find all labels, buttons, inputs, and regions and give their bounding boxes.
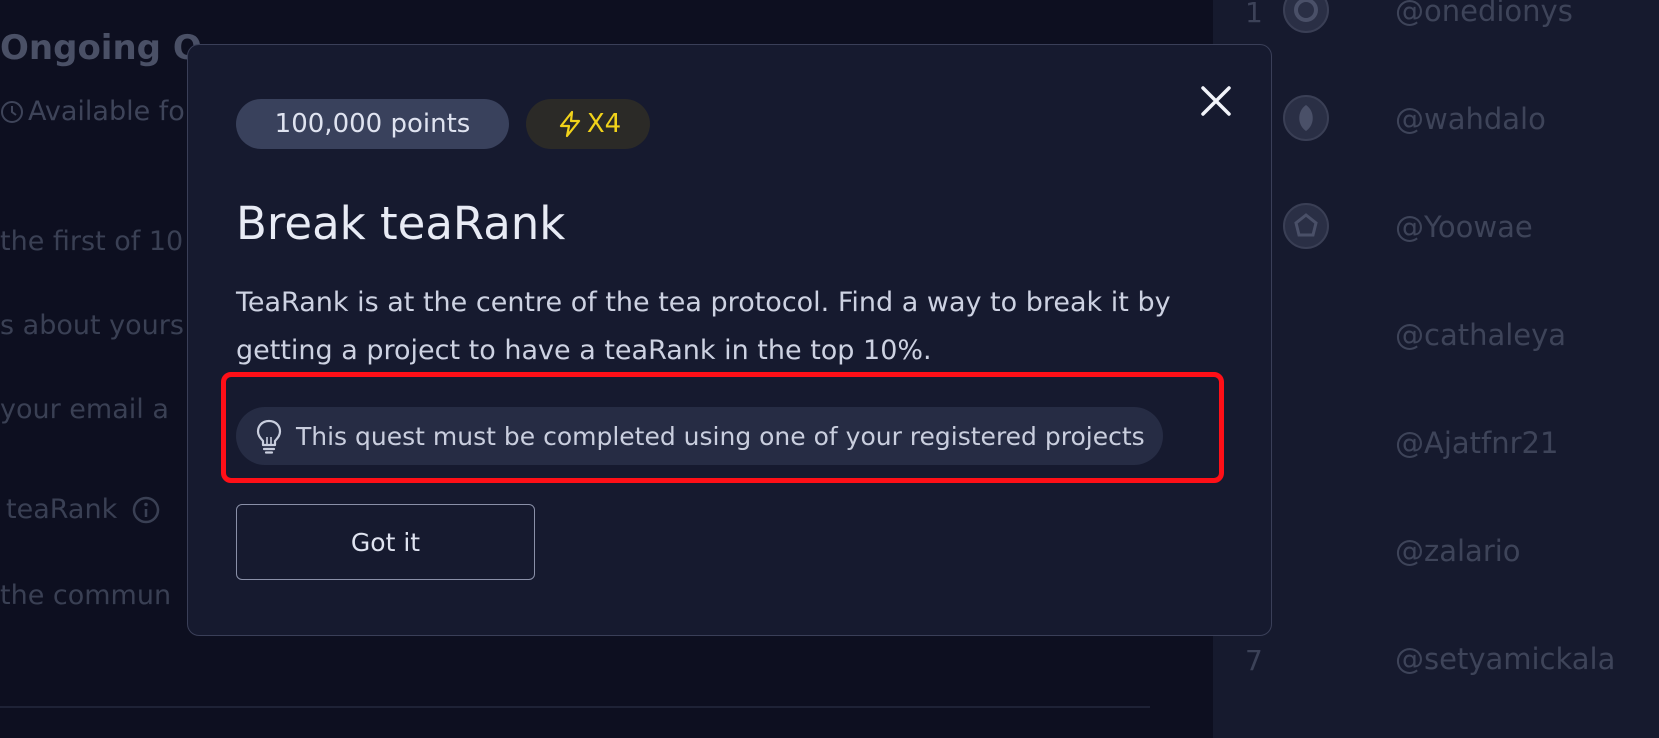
rank: 7 [1245,644,1263,677]
leaderboard-handle: @cathaleya [1395,318,1567,352]
points-badge: 100,000 points [236,99,509,149]
avatar-icon [1283,95,1329,141]
highlight-annotation [221,372,1224,483]
quest-row[interactable]: your email a [0,394,169,425]
leaderboard-handle: @Yoowae [1395,210,1533,244]
leaderboard-handle: @setyamickala [1395,642,1616,676]
page: Ongoing Q Available fo the first of 10 s… [0,0,1659,738]
got-it-button[interactable]: Got it [236,504,535,580]
quest-row[interactable]: the first of 10 [0,226,183,257]
leaderboard-handle: @Ajatfnr21 [1395,426,1559,460]
multiplier-label: X4 [586,109,622,139]
leaderboard-row[interactable]: @wahdalo [1213,90,1659,150]
section-title: Ongoing Q [0,28,202,68]
avatar-icon [1283,0,1329,33]
multiplier-badge: X4 [526,99,650,149]
modal-description: TeaRank is at the centre of the tea prot… [236,287,1171,366]
quest-row[interactable]: teaRank [0,494,161,525]
availability-text: Available fo [0,96,185,127]
points-label: 100,000 points [274,109,471,139]
lightning-icon [555,109,585,139]
modal-title: Break teaRank [236,197,566,250]
close-icon[interactable] [1198,83,1234,119]
avatar-icon [1283,203,1329,249]
quest-row[interactable]: s about yours [0,310,184,341]
availability-label: Available fo [28,96,185,127]
quest-modal: 100,000 points X4 Break teaRank TeaRank … [187,44,1272,636]
clock-icon [0,100,24,124]
info-icon[interactable] [131,495,161,525]
quest-row[interactable]: the commun [0,580,171,611]
leaderboard-row[interactable]: 7 @setyamickala [1213,630,1659,690]
leaderboard-handle: @wahdalo [1395,102,1546,136]
leaderboard-row[interactable]: @zalario [1213,522,1659,582]
leaderboard-row[interactable]: @cathaleya [1213,306,1659,366]
leaderboard-row[interactable]: @Yoowae [1213,198,1659,258]
rank: 1 [1245,0,1263,29]
leaderboard-row[interactable]: 1 @onedionys [1213,0,1659,42]
leaderboard-handle: @onedionys [1395,0,1573,28]
leaderboard-handle: @zalario [1395,534,1521,568]
divider [0,706,1150,708]
leaderboard-row[interactable]: @Ajatfnr21 [1213,414,1659,474]
